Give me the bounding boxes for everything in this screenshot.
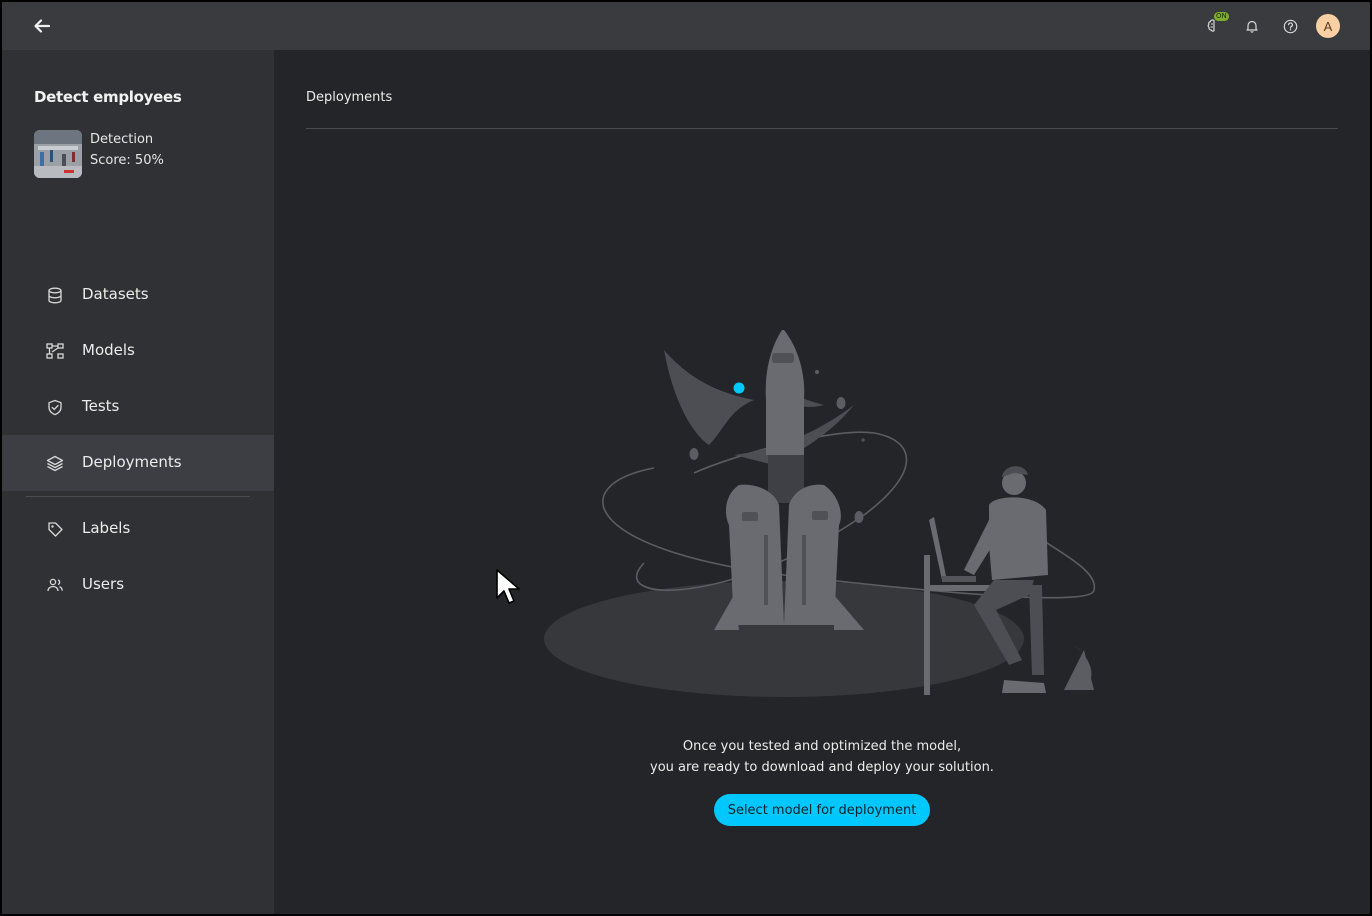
- shield-check-icon: [46, 398, 64, 416]
- active-learning-button[interactable]: ON: [1202, 12, 1229, 38]
- app-window: ON A Detect employees Detection Score: 5…: [2, 2, 1370, 914]
- layers-icon: [46, 454, 64, 472]
- help-button[interactable]: [1278, 14, 1302, 38]
- users-icon: [46, 576, 64, 594]
- project-thumbnail-image: [34, 130, 82, 178]
- select-model-for-deployment-button[interactable]: Select model for deployment: [714, 794, 930, 826]
- empty-state-illustration: [544, 330, 1095, 697]
- project-thumbnail: [34, 130, 82, 178]
- sidebar: Detect employees Detection Score: 50% Da…: [2, 50, 274, 914]
- sidebar-item-users[interactable]: Users: [2, 557, 274, 613]
- sidebar-item-label: Datasets: [82, 285, 149, 303]
- bell-icon: [1246, 20, 1258, 33]
- avatar: A: [1316, 14, 1340, 38]
- tag-icon: [46, 520, 64, 538]
- sidebar-item-label: Tests: [82, 397, 120, 415]
- top-bar-actions: ON A: [1202, 12, 1340, 38]
- sidebar-item-models[interactable]: Models: [2, 323, 274, 379]
- nav-divider: [26, 496, 250, 497]
- sidebar-item-label: Users: [82, 575, 125, 593]
- page-title: Deployments: [306, 90, 393, 105]
- back-button[interactable]: [30, 14, 54, 38]
- arrow-left-icon: [34, 19, 51, 33]
- sidebar-item-label: Models: [82, 341, 135, 359]
- task-score: Score: 50%: [90, 153, 164, 168]
- notifications-button[interactable]: [1240, 14, 1264, 38]
- sidebar-item-label: Deployments: [82, 453, 182, 471]
- mouse-cursor-icon: [496, 569, 520, 604]
- task-type: Detection: [90, 132, 154, 147]
- sidebar-item-label: Labels: [82, 519, 131, 537]
- sidebar-item-labels[interactable]: Labels: [2, 501, 274, 557]
- title-divider: [306, 128, 1338, 129]
- user-menu-button[interactable]: A: [1316, 14, 1340, 38]
- empty-state-line-2: you are ready to download and deploy you…: [650, 760, 994, 775]
- top-bar: ON A: [2, 2, 1370, 50]
- status-badge: ON: [1214, 12, 1229, 21]
- help-icon: [1283, 19, 1297, 33]
- models-icon: [46, 342, 64, 360]
- database-icon: [46, 286, 64, 304]
- sidebar-item-datasets[interactable]: Datasets: [2, 267, 274, 323]
- sidebar-item-tests[interactable]: Tests: [2, 379, 274, 435]
- sidebar-item-deployments[interactable]: Deployments: [2, 435, 274, 491]
- main-content: Deployments Once you tested and optimize…: [274, 50, 1370, 914]
- project-title: Detect employees: [34, 88, 182, 106]
- empty-state-line-1: Once you tested and optimized the model,: [682, 739, 962, 754]
